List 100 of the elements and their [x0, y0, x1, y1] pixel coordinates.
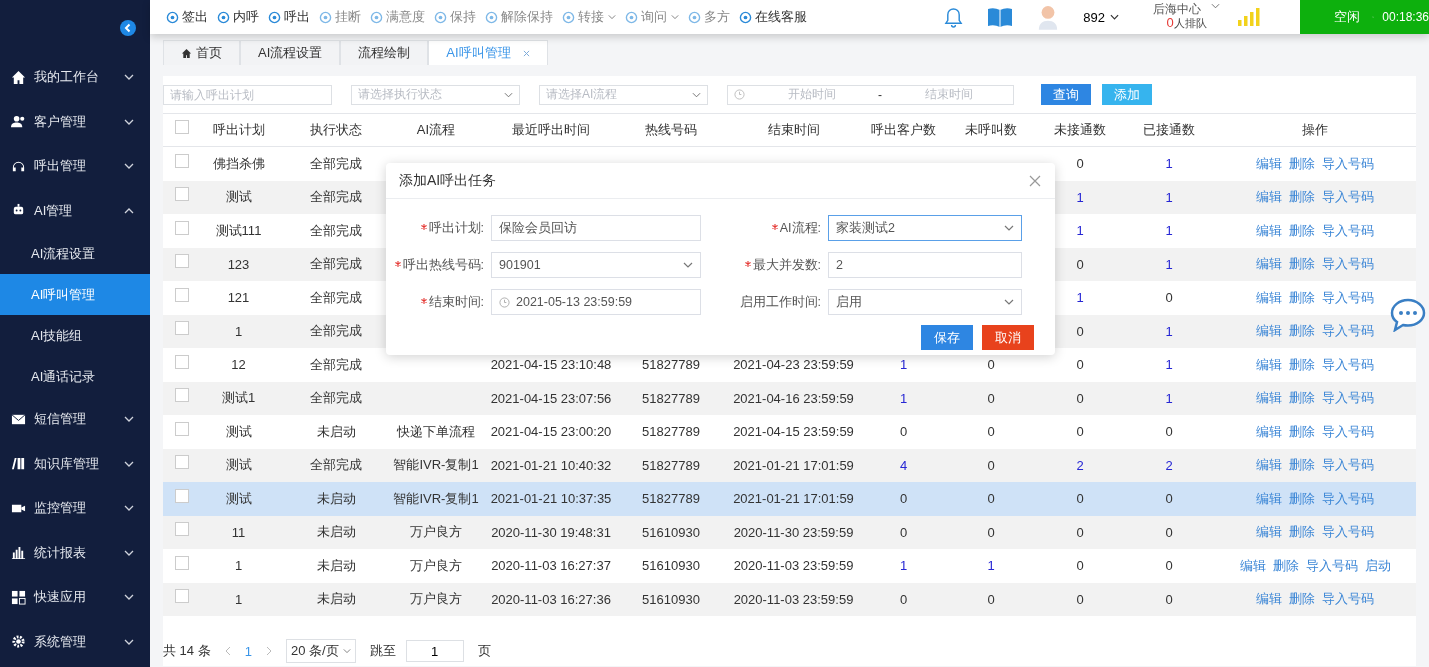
table-cell: 0	[899, 491, 908, 507]
table-cell: 2020-11-30 23:59:59	[733, 524, 854, 540]
table-cell: 全部完成	[310, 189, 362, 205]
table-cell: 121	[227, 290, 250, 306]
table-cell: 2020-11-30 19:48:31	[491, 524, 611, 540]
table-cell: 51827789	[642, 457, 700, 473]
table-cell: 全部完成	[310, 356, 362, 372]
dialog-title: 添加AI呼出任务	[399, 171, 497, 190]
table-cell: 2021-04-15 23:07:56	[490, 390, 612, 406]
table-cell: 智能IVR-复制1	[393, 490, 479, 506]
queue-count: 0	[1166, 15, 1174, 31]
table-cell: 1	[234, 591, 243, 607]
table-cell: 全部完成	[310, 457, 362, 473]
column-header: 执行状态	[309, 121, 363, 139]
table-cell: 2021-01-21 17:01:59	[733, 491, 854, 507]
table-cell: 2020-11-03 16:27:36	[491, 591, 611, 607]
table-cell: 0	[1076, 491, 1084, 507]
table-cell: 0	[899, 524, 908, 540]
table-cell: 0	[1076, 424, 1084, 440]
table-cell: 0	[1165, 290, 1173, 306]
table-cell: 0	[1076, 524, 1084, 540]
table-cell: 51827789	[642, 357, 700, 373]
table-cell: 万户良方	[410, 524, 462, 540]
table-cell: 全部完成	[310, 155, 362, 171]
table-cell: 51827789	[642, 491, 700, 507]
table-cell: 0	[1076, 156, 1084, 172]
table-cell: 万户良方	[410, 557, 462, 573]
table-cell: 0	[1165, 424, 1173, 440]
table-cell: 0	[987, 424, 995, 440]
column-header: 结束时间	[766, 121, 821, 139]
table-cell: 2021-04-15 23:59:59	[733, 424, 854, 440]
table-cell: 测试1	[221, 390, 256, 406]
table-cell: 0	[1165, 524, 1173, 540]
table-cell: 0	[899, 591, 908, 607]
page-unit: 页	[477, 642, 491, 660]
column-header: 呼出客户数	[870, 121, 937, 139]
column-header: 未接通数	[1053, 121, 1107, 139]
field-label: 呼出计划:	[386, 219, 491, 237]
column-header: 已接通数	[1142, 121, 1196, 139]
column-header: 呼出计划	[211, 121, 266, 139]
table-cell: 全部完成	[310, 222, 362, 238]
table-cell: 未启动	[316, 524, 356, 540]
table-cell: 0	[1076, 390, 1084, 406]
field-label: 启用工作时间:	[738, 293, 822, 311]
table-cell: 51827789	[642, 390, 700, 406]
jump-label: 跳至	[369, 642, 396, 660]
table-cell: 1	[234, 558, 243, 574]
table-cell: 11	[231, 524, 246, 540]
table-cell: 未启动	[316, 423, 356, 439]
table-cell: 2021-04-15 23:10:48	[490, 357, 612, 373]
table-cell: 全部完成	[310, 289, 362, 305]
table-cell: 2021-01-21 10:37:35	[490, 491, 612, 507]
table-cell: 0	[1165, 491, 1173, 507]
table-cell: 51610930	[642, 558, 700, 574]
table-cell: 快递下单流程	[397, 423, 475, 439]
table-cell: 2021-01-21 10:40:32	[490, 457, 612, 473]
table-cell: 0	[987, 357, 995, 373]
field-label: 呼出热线号码:	[386, 256, 491, 274]
column-header: AI流程	[415, 121, 457, 139]
table-cell: 全部完成	[310, 256, 362, 272]
table-cell: 测试	[225, 189, 252, 205]
field-label: AI流程:	[701, 219, 828, 237]
table-cell: 2021-04-23 23:59:59	[733, 357, 854, 373]
table-cell: 0	[1076, 558, 1084, 574]
status-timer: 00:18:36	[1382, 10, 1429, 24]
table-cell: 测试	[225, 490, 252, 506]
table-cell: 2021-01-21 17:01:59	[733, 457, 854, 473]
table-cell: 全部完成	[310, 390, 362, 406]
table-cell: 2021-04-15 23:00:20	[490, 424, 612, 440]
table-cell: 2021-04-16 23:59:59	[733, 390, 854, 406]
column-header: 热线号码	[644, 121, 698, 139]
table-cell: 智能IVR-复制1	[393, 457, 479, 473]
table-cell: 0	[1076, 357, 1084, 373]
table-cell: 0	[1076, 323, 1084, 339]
table-cell: 佛挡杀佛	[212, 155, 265, 171]
table-cell: 未启动	[316, 557, 356, 573]
table-cell: 0	[987, 491, 995, 507]
table-cell: 测试	[225, 457, 252, 473]
table-cell: 万户良方	[410, 591, 462, 607]
column-header: 操作	[1301, 121, 1329, 139]
table-cell: 2020-11-03 23:59:59	[733, 591, 854, 607]
table-cell: 2020-11-03 16:27:37	[491, 558, 611, 574]
table-cell: 0	[987, 524, 995, 540]
table-cell: 测试	[225, 423, 252, 439]
table-cell: 0	[1076, 256, 1084, 272]
table-cell: 123	[227, 256, 250, 272]
table-cell: 全部完成	[310, 323, 362, 339]
table-cell: 0	[899, 424, 908, 440]
total-count: 共 14 条	[163, 642, 211, 660]
table-cell: 未启动	[316, 591, 356, 607]
table-cell: 0	[987, 390, 995, 406]
table-cell: 2020-11-03 23:59:59	[733, 558, 854, 574]
table-cell: 1	[234, 323, 243, 339]
agent-status: 空闲	[1334, 8, 1360, 26]
table-cell: 12	[231, 357, 246, 373]
column-header: 未呼叫数	[964, 121, 1018, 139]
table-cell: 未启动	[316, 490, 356, 506]
field-label: 最大并发数:	[701, 256, 828, 274]
field-label: 结束时间:	[386, 293, 491, 311]
table-cell: 51610930	[642, 524, 700, 540]
